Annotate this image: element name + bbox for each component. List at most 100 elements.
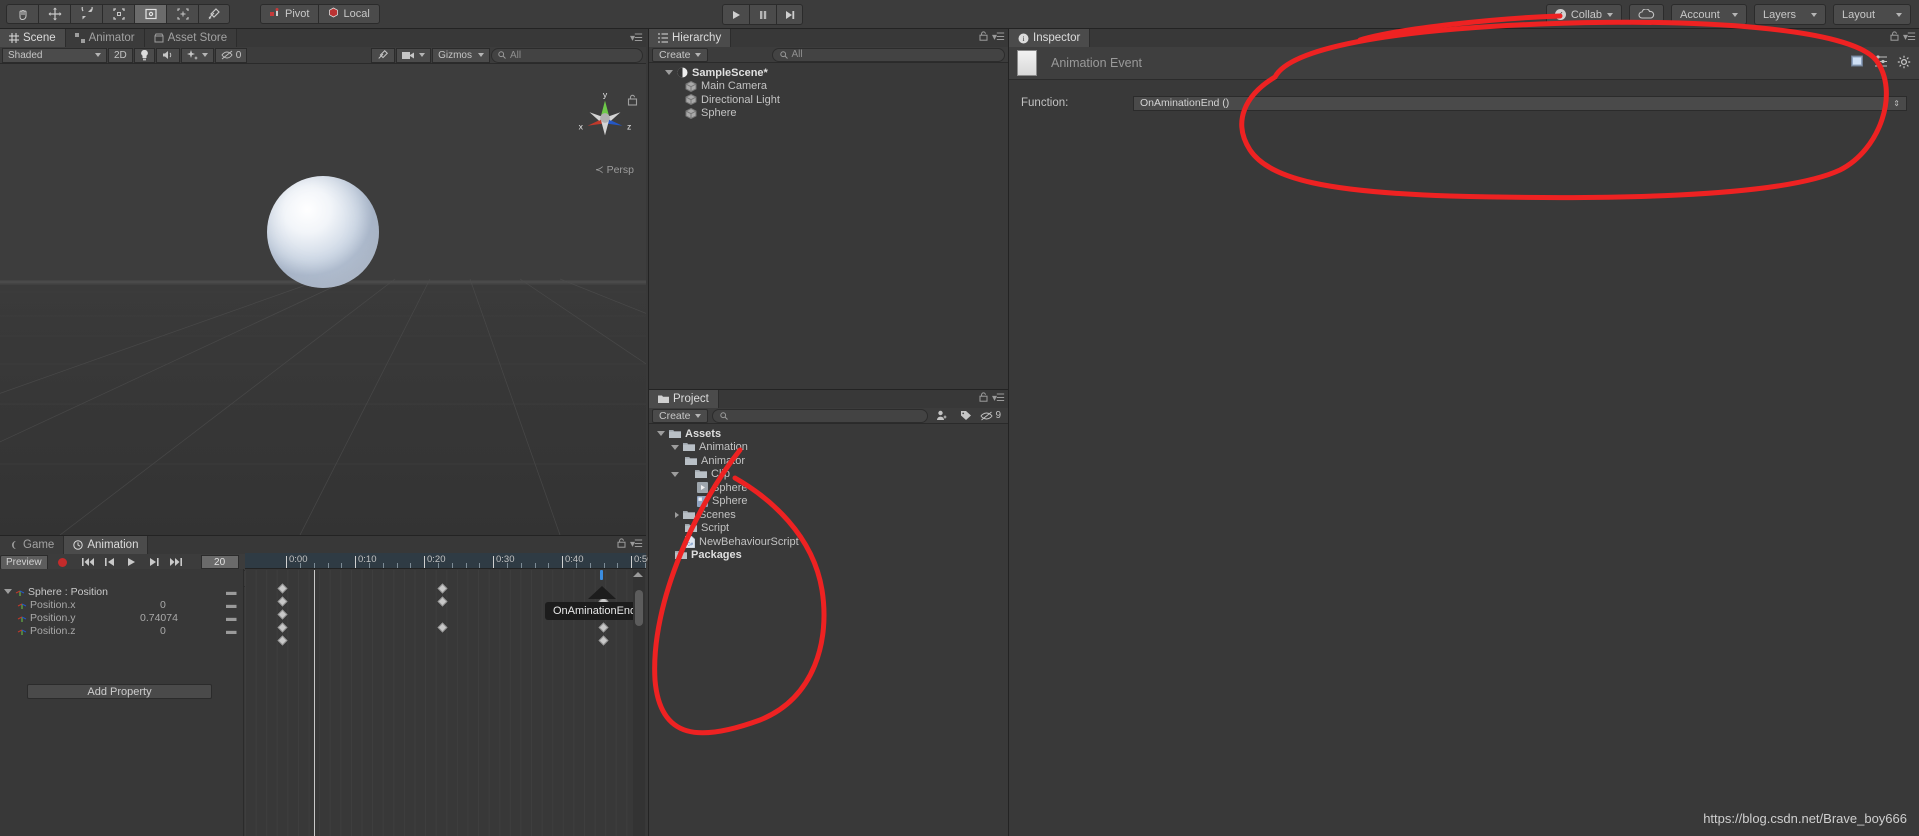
project-create-button[interactable]: Create: [652, 408, 708, 423]
cloud-button[interactable]: [1629, 4, 1664, 25]
hierarchy-item-samplescene[interactable]: SampleScene*: [649, 66, 1008, 80]
sphere-object[interactable]: [267, 176, 379, 288]
hierarchy-search-input[interactable]: All: [771, 47, 1005, 62]
hand-tool[interactable]: [6, 4, 38, 24]
scene-search-input[interactable]: All: [491, 47, 643, 63]
keyframe[interactable]: [277, 635, 288, 646]
chevron-right-icon[interactable]: [675, 511, 679, 518]
project-item-clip-folder[interactable]: Clip: [649, 468, 1008, 482]
rotate-tool[interactable]: [70, 4, 102, 24]
scene-tools-button[interactable]: [371, 47, 396, 63]
timeline-ruler[interactable]: 0:00 0:10 0:20 0:30 0:40 0:50 1:00: [245, 553, 721, 569]
toggle-lighting[interactable]: [133, 47, 155, 63]
keyframe[interactable]: [437, 583, 448, 594]
lock-icon[interactable]: [1890, 30, 1899, 44]
tab-inspector[interactable]: i Inspector: [1009, 29, 1091, 47]
chevron-down-icon[interactable]: [657, 431, 665, 437]
project-item-assets[interactable]: Assets: [649, 427, 1008, 441]
scene-viewport[interactable]: y x z ≺ Persp: [0, 64, 646, 535]
toggle-effects[interactable]: [180, 47, 214, 63]
hidden-objects-count[interactable]: 0: [214, 47, 248, 63]
project-item-newbehaviourscript[interactable]: C# NewBehaviourScript: [649, 535, 1008, 549]
gear-icon[interactable]: [1897, 55, 1911, 72]
tab-scene[interactable]: Scene: [0, 29, 66, 47]
keyframe-row[interactable]: [245, 634, 632, 647]
camera-settings-button[interactable]: [396, 47, 432, 63]
chevron-down-icon[interactable]: [4, 589, 12, 594]
project-item-packages[interactable]: Packages: [649, 549, 1008, 563]
timeline-scrollbar[interactable]: [633, 570, 645, 836]
scale-tool[interactable]: [102, 4, 134, 24]
move-tool[interactable]: [38, 4, 70, 24]
last-frame-button[interactable]: [165, 555, 187, 570]
shading-mode-dropdown[interactable]: Shaded: [2, 47, 107, 63]
keyframe[interactable]: [277, 622, 288, 633]
pivot-button[interactable]: Pivot: [260, 4, 319, 24]
hierarchy-create-button[interactable]: Create: [652, 47, 708, 62]
function-dropdown[interactable]: OnAminationEnd () ⇕: [1133, 95, 1907, 111]
step-button[interactable]: [776, 4, 803, 25]
property-row-x[interactable]: Position.x 0 ▬: [0, 598, 243, 611]
hierarchy-item-directional-light[interactable]: Directional Light: [649, 93, 1008, 107]
keyframe[interactable]: [437, 622, 448, 633]
hierarchy-item-sphere[interactable]: Sphere: [649, 107, 1008, 121]
hidden-assets-count[interactable]: 9: [980, 410, 1005, 421]
transform-tool[interactable]: [166, 4, 198, 24]
collab-button[interactable]: ✓ Collab: [1545, 4, 1622, 25]
keyframe[interactable]: [277, 583, 288, 594]
timeline-playhead[interactable]: [600, 570, 603, 580]
project-item-sphere-clip[interactable]: Sphere: [649, 481, 1008, 495]
chevron-down-icon[interactable]: [671, 444, 679, 450]
preset-icon[interactable]: [1874, 55, 1888, 71]
project-item-sphere-controller[interactable]: Sphere: [649, 495, 1008, 509]
hierarchy-item-main-camera[interactable]: Main Camera: [649, 80, 1008, 94]
scrollbar-thumb[interactable]: [635, 590, 643, 626]
animation-event-marker[interactable]: [588, 586, 616, 599]
keyframe[interactable]: [277, 609, 288, 620]
timeline-grid[interactable]: OnAminationEnd: [245, 570, 645, 836]
prev-frame-button[interactable]: [99, 555, 121, 570]
toggle-2d[interactable]: 2D: [108, 47, 133, 63]
account-button[interactable]: Account: [1671, 4, 1747, 25]
play-button[interactable]: [722, 4, 749, 25]
lock-icon[interactable]: [979, 30, 988, 44]
layers-button[interactable]: Layers: [1754, 4, 1826, 25]
filter-by-label-button[interactable]: [956, 410, 976, 421]
keyframe[interactable]: [598, 635, 609, 646]
keyframe[interactable]: [437, 596, 448, 607]
project-item-animation[interactable]: Animation: [649, 441, 1008, 455]
chevron-down-icon[interactable]: [665, 70, 673, 76]
property-row-z[interactable]: Position.z 0 ▬: [0, 624, 243, 637]
record-button[interactable]: [57, 557, 67, 567]
pause-button[interactable]: [749, 4, 776, 25]
tab-hierarchy[interactable]: Hierarchy: [649, 29, 732, 47]
keyframe[interactable]: [598, 622, 609, 633]
current-frame-field[interactable]: 20: [200, 555, 239, 569]
tab-project[interactable]: Project: [649, 390, 719, 408]
project-item-scenes[interactable]: Scenes: [649, 508, 1008, 522]
scene-projection-label[interactable]: ≺ Persp: [595, 164, 634, 176]
project-item-animator-folder[interactable]: Animator: [649, 454, 1008, 468]
project-panel-menu[interactable]: ▾☰: [979, 391, 1005, 405]
inspector-panel-menu[interactable]: ▾☰: [1890, 30, 1916, 44]
animation-timeline[interactable]: 0:00 0:10 0:20 0:30 0:40 0:50 1:00: [245, 553, 721, 836]
rect-tool[interactable]: [134, 4, 166, 24]
keyframe-row[interactable]: [245, 582, 632, 595]
lock-icon[interactable]: [979, 391, 988, 405]
toggle-audio[interactable]: [155, 47, 180, 63]
next-frame-button[interactable]: [143, 555, 165, 570]
preview-button[interactable]: Preview: [0, 554, 48, 570]
tab-animator[interactable]: Animator: [65, 29, 145, 47]
layout-button[interactable]: Layout: [1833, 4, 1911, 25]
keyframe[interactable]: [277, 596, 288, 607]
filter-by-type-button[interactable]: [932, 410, 952, 421]
custom-editor-tool[interactable]: [198, 4, 230, 24]
property-row-y[interactable]: Position.y 0.74074 ▬: [0, 611, 243, 624]
play-animation-button[interactable]: [121, 555, 143, 570]
chevron-down-icon[interactable]: [671, 471, 679, 477]
property-row-group[interactable]: Sphere : Position ▬: [0, 585, 243, 598]
first-frame-button[interactable]: [77, 555, 99, 570]
project-search-input[interactable]: [711, 408, 929, 423]
local-button[interactable]: Local: [318, 4, 380, 24]
hierarchy-panel-menu[interactable]: ▾☰: [979, 30, 1005, 44]
